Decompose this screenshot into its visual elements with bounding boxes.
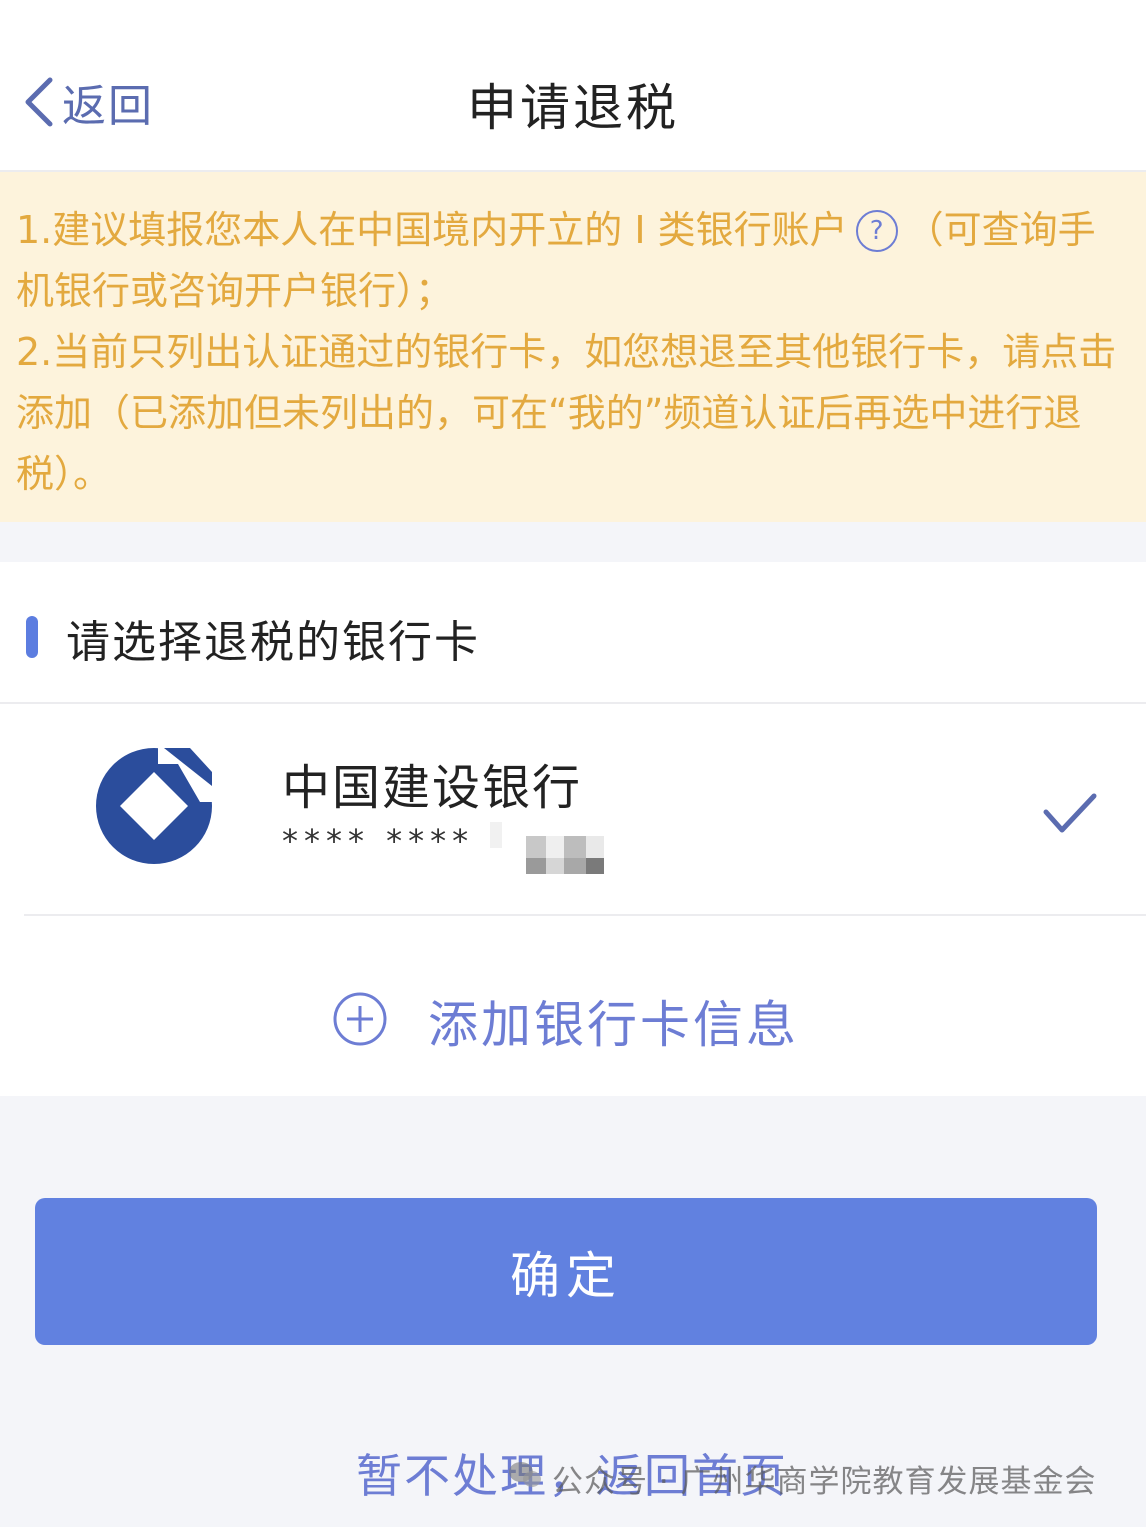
card-number: **** **** [282, 822, 475, 860]
plus-circle-icon [332, 991, 388, 1051]
notice-line2: 2.当前只列出认证通过的银行卡，如您想退至其他银行卡，请点击添加（已添加但未列出… [16, 330, 1117, 496]
checkmark-icon [1042, 792, 1098, 840]
add-card-label: 添加银行卡信息 [428, 996, 799, 1054]
add-card-button[interactable]: 添加银行卡信息 [332, 986, 799, 1056]
bank-name: 中国建设银行 [282, 760, 583, 816]
watermark-text: 公众号 · 广州华商学院教育发展基金会 [552, 1464, 1097, 1500]
redacted-card-digits [490, 818, 608, 882]
section-title: 请选择退税的银行卡 [66, 617, 480, 668]
bank-card-row[interactable]: 中国建设银行 **** **** [0, 704, 1146, 914]
bank-card-section: 请选择退税的银行卡 中国建设银行 **** **** 添加银行卡信息 [0, 562, 1146, 1096]
notice-text: 1.建议填报您本人在中国境内开立的 I 类银行账户? （可查询手机银行或咨询开户银… [16, 200, 1130, 322]
ccb-logo-icon [94, 742, 218, 870]
row-divider [24, 914, 1146, 916]
wechat-official-account-icon [508, 1460, 542, 1498]
watermark: 公众号 · 广州华商学院教育发展基金会 [508, 1456, 1097, 1501]
nav-bar: 返回 申请退税 [0, 0, 1146, 172]
page-title: 申请退税 [467, 79, 679, 137]
notice-line1-before-icon: 1.建议填报您本人在中国境内开立的 I 类银行账户 [16, 208, 848, 252]
confirm-button[interactable]: 确定 [35, 1198, 1097, 1345]
section-header: 请选择退税的银行卡 [0, 562, 1146, 704]
question-circle-icon[interactable]: ? [855, 210, 898, 252]
section-accent-bar [26, 616, 38, 658]
notice-banner: 1.建议填报您本人在中国境内开立的 I 类银行账户? （可查询手机银行或咨询开户银… [0, 172, 1146, 522]
